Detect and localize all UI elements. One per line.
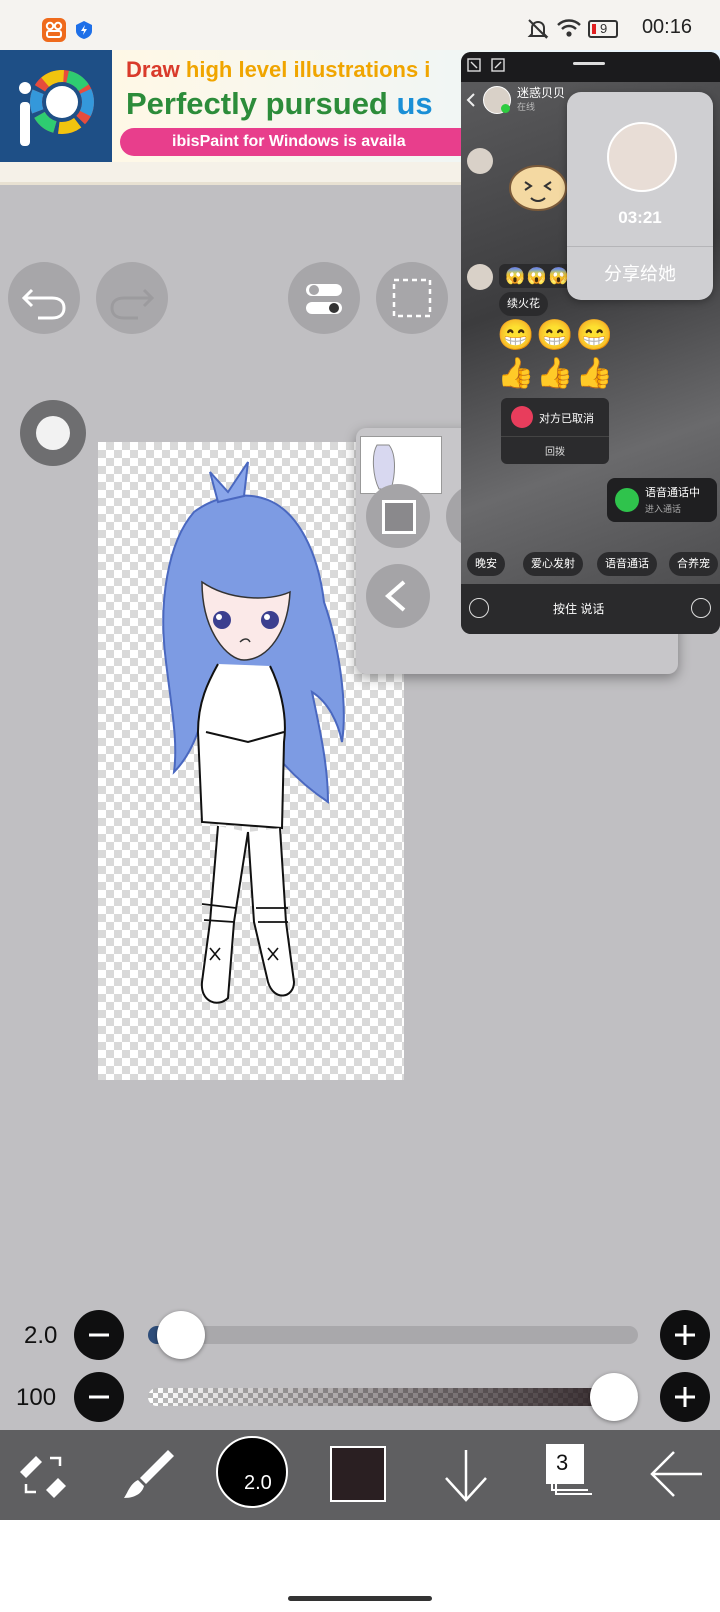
opacity-value: 100 xyxy=(16,1384,57,1411)
status-bar: 9 00:16 xyxy=(0,0,720,50)
tool-switch-button[interactable] xyxy=(14,1446,72,1504)
grin-emoji-row: 😁😁😁 xyxy=(497,319,616,352)
brush-preview-button[interactable] xyxy=(20,400,86,466)
sticker-message xyxy=(501,152,575,218)
call-card-divider xyxy=(567,246,713,247)
ad-subheadline: Perfectly pursued us xyxy=(126,86,433,122)
voice-call-float-card[interactable]: 03:21 分享给她 xyxy=(567,92,713,300)
marquee-select-icon xyxy=(392,278,432,318)
bottom-toolbar: 2.0 3 xyxy=(0,1430,720,1520)
redo-button[interactable] xyxy=(96,262,168,334)
brush-size-button[interactable]: 2.0 xyxy=(216,1436,288,1508)
undo-button[interactable] xyxy=(8,262,80,334)
cancelled-text: 对方已取消 xyxy=(539,413,594,425)
opacity-slider-thumb[interactable] xyxy=(590,1373,638,1421)
plus-icon xyxy=(675,1387,695,1407)
size-slider-thumb[interactable] xyxy=(156,1311,205,1359)
quick-action-heart[interactable]: 爱心发射 xyxy=(523,552,583,576)
undo-icon xyxy=(21,288,66,320)
home-gesture-bar[interactable] xyxy=(288,1596,432,1601)
redial-label: 回拨 xyxy=(545,447,565,458)
collapse-panel-button[interactable] xyxy=(366,564,430,628)
shield-notification-icon xyxy=(74,20,94,40)
cancelled-call-card[interactable]: 对方已取消 回拨 xyxy=(501,398,609,464)
brush-icon xyxy=(124,1450,174,1498)
back-chevron-icon[interactable] xyxy=(465,92,477,108)
voice-call-sub: 进入通话 xyxy=(645,504,682,514)
layers-button[interactable]: 3 xyxy=(544,1442,598,1502)
brush-dot-icon xyxy=(36,416,70,450)
layer-visibility-button[interactable] xyxy=(366,484,430,548)
pip-handle xyxy=(573,62,605,65)
online-status: 在线 xyxy=(517,102,536,112)
ibispaint-logo xyxy=(0,50,112,162)
plus-icon xyxy=(675,1325,695,1345)
brush-tool-button[interactable] xyxy=(118,1444,178,1504)
arrow-down-icon xyxy=(445,1450,487,1502)
redial-button[interactable]: 回拨 xyxy=(501,436,609,465)
square-layer-icon xyxy=(382,500,416,534)
share-button[interactable]: 分享给她 xyxy=(567,260,713,286)
chevron-left-icon xyxy=(384,580,406,612)
arrow-down-button[interactable] xyxy=(438,1444,494,1506)
emoji-icon[interactable] xyxy=(691,598,711,618)
chat-input-bar: 按住 说话 xyxy=(461,584,720,634)
layer-count: 3 xyxy=(556,1450,569,1475)
size-increase-button[interactable] xyxy=(660,1310,710,1360)
expand-icon[interactable] xyxy=(467,58,481,72)
quick-action-goodnight[interactable]: 晚安 xyxy=(467,552,505,576)
ad-headline-part: high level illustrations i xyxy=(185,57,431,82)
voice-call-title: 语音通话中 xyxy=(645,487,700,499)
back-button[interactable] xyxy=(646,1446,706,1502)
toggle-switches-icon xyxy=(306,284,342,314)
contact-name: 迷惑贝贝 xyxy=(517,86,566,100)
opacity-decrease-button[interactable] xyxy=(74,1372,124,1422)
color-swatch-button[interactable] xyxy=(330,1446,386,1502)
selection-button[interactable] xyxy=(376,262,448,334)
brush-size-value: 2.0 xyxy=(24,1322,58,1349)
keyboard-icon[interactable] xyxy=(469,598,489,618)
thumbs-emoji-row: 👍👍👍 xyxy=(497,357,616,390)
minus-icon xyxy=(89,1395,109,1399)
ad-subheadline-part: us xyxy=(396,86,433,121)
ad-headline: Draw high level illustrations i xyxy=(126,57,430,83)
fire-tag: 续火花 xyxy=(499,292,548,316)
quick-action-pet[interactable]: 合养宠 xyxy=(669,552,718,576)
brush-size-display: 2.0 xyxy=(244,1472,272,1494)
voice-call-banner[interactable]: 语音通话中 进入通话 xyxy=(607,478,717,522)
quick-action-voice-call[interactable]: 语音通话 xyxy=(597,552,657,576)
quick-action-bar: 晚安 爱心发射 语音通话 合养宠 xyxy=(461,552,720,578)
app-notification-icon xyxy=(42,18,66,42)
mute-bell-icon xyxy=(526,17,550,41)
message-avatar xyxy=(467,264,493,290)
online-dot xyxy=(501,104,510,113)
redo-icon xyxy=(110,288,155,320)
opacity-slider-track[interactable] xyxy=(148,1388,638,1406)
red-phone-icon xyxy=(511,406,533,428)
minus-icon xyxy=(89,1333,109,1337)
hold-to-talk-button[interactable]: 按住 说话 xyxy=(553,600,604,617)
ad-subheadline-part: Perfectly pursued xyxy=(126,86,397,121)
message-avatar xyxy=(467,148,493,174)
size-slider-track[interactable] xyxy=(148,1326,638,1344)
caller-avatar xyxy=(607,122,677,192)
ad-headline-part: Draw xyxy=(126,57,186,82)
size-decrease-button[interactable] xyxy=(74,1310,124,1360)
settings-toggle-button[interactable] xyxy=(288,262,360,334)
battery-level: 9 xyxy=(600,21,608,36)
pip-titlebar xyxy=(461,52,720,82)
call-timer: 03:21 xyxy=(618,208,662,227)
arrow-left-icon xyxy=(650,1451,702,1497)
ad-cta-pill[interactable]: ibisPaint for Windows is availa xyxy=(120,128,480,156)
wifi-icon xyxy=(556,17,582,39)
clock: 00:16 xyxy=(641,16,692,38)
brush-eraser-swap-icon xyxy=(20,1456,66,1498)
layers-icon xyxy=(546,1444,592,1495)
opacity-increase-button[interactable] xyxy=(660,1372,710,1422)
resize-icon[interactable] xyxy=(491,58,505,72)
green-phone-icon xyxy=(615,488,639,512)
battery-icon: 9 xyxy=(588,20,618,38)
